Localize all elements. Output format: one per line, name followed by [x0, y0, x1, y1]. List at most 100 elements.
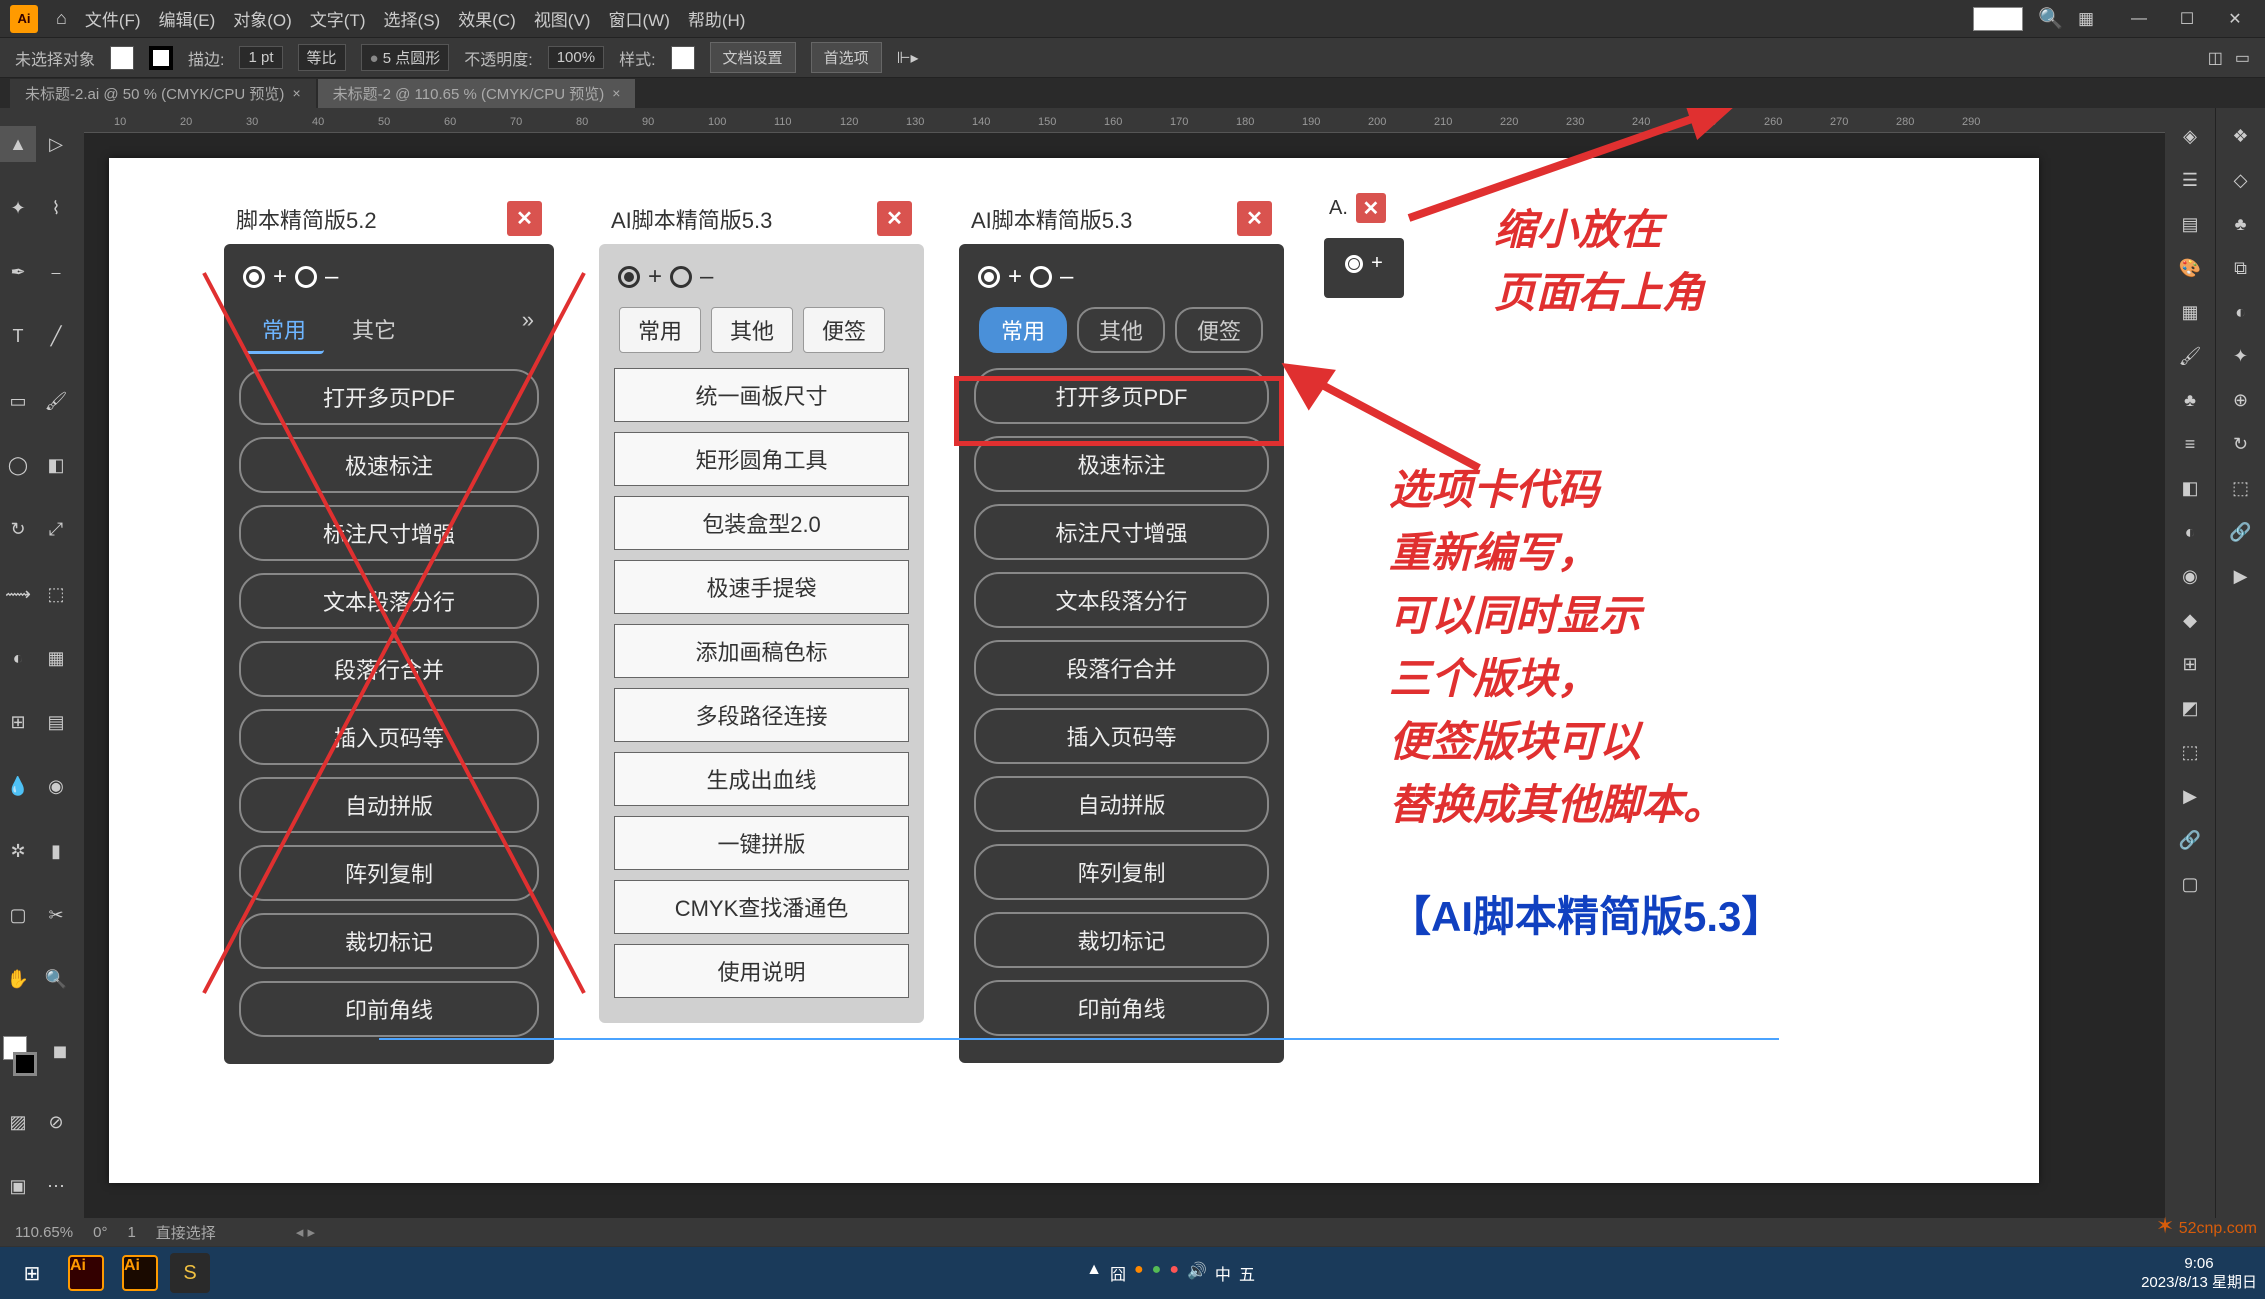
actions-panel-icon[interactable]: ▶ [2170, 776, 2210, 816]
tray-icon[interactable]: ● [1152, 1261, 1162, 1285]
close-icon[interactable]: × [612, 85, 620, 101]
stroke-swatch-icon[interactable] [13, 1052, 37, 1076]
extension-icon[interactable]: ✦ [2221, 336, 2261, 376]
close-button[interactable]: ✕ [2215, 6, 2255, 31]
top-search-box[interactable] [1973, 7, 2023, 31]
document-setup-button[interactable]: 文档设置 [710, 42, 796, 73]
pen-tool-icon[interactable]: ✒ [0, 255, 36, 291]
width-tool-icon[interactable]: ⟿ [0, 576, 36, 612]
rectangle-tool-icon[interactable]: ▭ [0, 383, 36, 419]
close-button[interactable]: ✕ [1356, 193, 1386, 223]
start-button[interactable]: ⊞ [8, 1252, 56, 1294]
radio-icon[interactable] [1345, 255, 1363, 273]
tab-other[interactable]: 其他 [1077, 307, 1165, 353]
properties-panel-icon[interactable]: ◈ [2170, 116, 2210, 156]
close-icon[interactable]: × [292, 85, 300, 101]
shape-builder-tool-icon[interactable]: ◐ [0, 640, 36, 676]
extension-icon[interactable]: ⊕ [2221, 380, 2261, 420]
line-tool-icon[interactable]: ╱ [38, 319, 74, 355]
tray-icon[interactable]: ● [1169, 1261, 1179, 1285]
slice-tool-icon[interactable]: ✂ [38, 898, 74, 934]
menu-effect[interactable]: 效果(C) [458, 6, 516, 31]
radio-icon[interactable] [295, 266, 317, 288]
menu-help[interactable]: 帮助(H) [688, 6, 746, 31]
artboards-panel-icon[interactable]: ▢ [2170, 864, 2210, 904]
script-button[interactable]: 多段路径连接 [614, 688, 909, 742]
maximize-button[interactable]: ☐ [2167, 6, 2207, 31]
script-button[interactable]: 文本段落分行 [239, 573, 539, 629]
free-transform-tool-icon[interactable]: ⬚ [38, 576, 74, 612]
libraries-panel-icon[interactable]: ▤ [2170, 204, 2210, 244]
tab-common[interactable]: 常用 [979, 307, 1067, 353]
tab-common[interactable]: 常用 [244, 307, 324, 354]
fill-stroke-swatches[interactable] [0, 1036, 40, 1076]
extension-icon[interactable]: ♣ [2221, 204, 2261, 244]
taskbar-app-other[interactable]: S [170, 1253, 210, 1293]
extension-icon[interactable]: ↻ [2221, 424, 2261, 464]
gradient-tool-icon[interactable]: ▤ [38, 705, 74, 741]
script-button[interactable]: 包装盒型2.0 [614, 496, 909, 550]
style-swatch[interactable] [671, 46, 695, 70]
perspective-grid-tool-icon[interactable]: ▦ [38, 640, 74, 676]
tab-notes[interactable]: 便签 [803, 307, 885, 353]
tray-icon[interactable]: ● [1134, 1261, 1144, 1285]
close-button[interactable]: ✕ [877, 201, 912, 236]
rotate-tool-icon[interactable]: ↻ [0, 512, 36, 548]
extension-icon[interactable]: ⬚ [2221, 468, 2261, 508]
align-icon[interactable]: ⊩▸ [897, 48, 919, 68]
zoom-level[interactable]: 110.65% [15, 1224, 73, 1241]
transform-panel-icon[interactable]: ⬚ [2170, 732, 2210, 772]
paintbrush-tool-icon[interactable]: 🖌 [38, 383, 74, 419]
script-button[interactable]: 一键拼版 [614, 816, 909, 870]
radio-icon[interactable] [243, 266, 265, 288]
panel-collapse-icon[interactable]: ▭ [2235, 48, 2250, 68]
menu-file[interactable]: 文件(F) [85, 6, 141, 31]
script-button[interactable]: 标注尺寸增强 [239, 505, 539, 561]
radio-icon[interactable] [618, 266, 640, 288]
script-button[interactable]: 添加画稿色标 [614, 624, 909, 678]
script-button[interactable]: 极速手提袋 [614, 560, 909, 614]
direct-selection-tool-icon[interactable]: ▷ [38, 126, 74, 162]
gradient-panel-icon[interactable]: ◧ [2170, 468, 2210, 508]
curvature-tool-icon[interactable]: ⎯ [38, 255, 74, 291]
uniform-dropdown[interactable]: 等比 [298, 44, 346, 71]
document-tab-2[interactable]: 未标题-2 @ 110.65 % (CMYK/CPU 预览) × [318, 79, 636, 108]
script-button[interactable]: 使用说明 [614, 944, 909, 998]
extension-icon[interactable]: ◇ [2221, 160, 2261, 200]
menu-type[interactable]: 文字(T) [310, 6, 366, 31]
extension-icon[interactable]: ◐ [2221, 292, 2261, 332]
script-button[interactable]: 裁切标记 [974, 912, 1269, 968]
pathfinder-panel-icon[interactable]: ◩ [2170, 688, 2210, 728]
script-button[interactable]: 统一画板尺寸 [614, 368, 909, 422]
script-button[interactable]: 生成出血线 [614, 752, 909, 806]
extension-icon[interactable]: ❖ [2221, 116, 2261, 156]
extension-icon[interactable]: ⧉ [2221, 248, 2261, 288]
lasso-tool-icon[interactable]: ⌇ [38, 190, 74, 226]
tray-ime-icon[interactable]: 囧 [1110, 1261, 1126, 1285]
symbols-panel-icon[interactable]: ♣ [2170, 380, 2210, 420]
panel-toggle-icon[interactable]: ◫ [2208, 48, 2223, 68]
scale-tool-icon[interactable]: ⤢ [38, 512, 74, 548]
menu-object[interactable]: 对象(O) [233, 6, 292, 31]
script-button[interactable]: CMYK查找潘通色 [614, 880, 909, 934]
minimize-button[interactable]: — [2119, 6, 2159, 31]
corner-style-dropdown[interactable]: ● 5 点圆形 [361, 44, 450, 71]
hand-tool-icon[interactable]: ✋ [0, 962, 36, 998]
shaper-tool-icon[interactable]: ◯ [0, 448, 36, 484]
stroke-swatch-icon[interactable] [149, 46, 173, 70]
script-button[interactable]: 印前角线 [239, 981, 539, 1037]
opacity-input[interactable]: 100% [548, 46, 604, 69]
radio-icon[interactable] [670, 266, 692, 288]
eraser-tool-icon[interactable]: ◧ [38, 448, 74, 484]
tab-notes[interactable]: 便签 [1175, 307, 1263, 353]
fill-swatch-icon[interactable] [110, 46, 134, 70]
close-button[interactable]: ✕ [507, 201, 542, 236]
zoom-tool-icon[interactable]: 🔍 [38, 962, 74, 998]
layers-panel-icon[interactable]: ☰ [2170, 160, 2210, 200]
screen-mode-icon[interactable]: ▣ [0, 1169, 36, 1205]
menu-select[interactable]: 选择(S) [384, 6, 441, 31]
home-icon[interactable]: ⌂ [56, 8, 67, 29]
menu-edit[interactable]: 编辑(E) [159, 6, 216, 31]
preferences-button[interactable]: 首选项 [811, 42, 882, 73]
transparency-panel-icon[interactable]: ◐ [2170, 512, 2210, 552]
